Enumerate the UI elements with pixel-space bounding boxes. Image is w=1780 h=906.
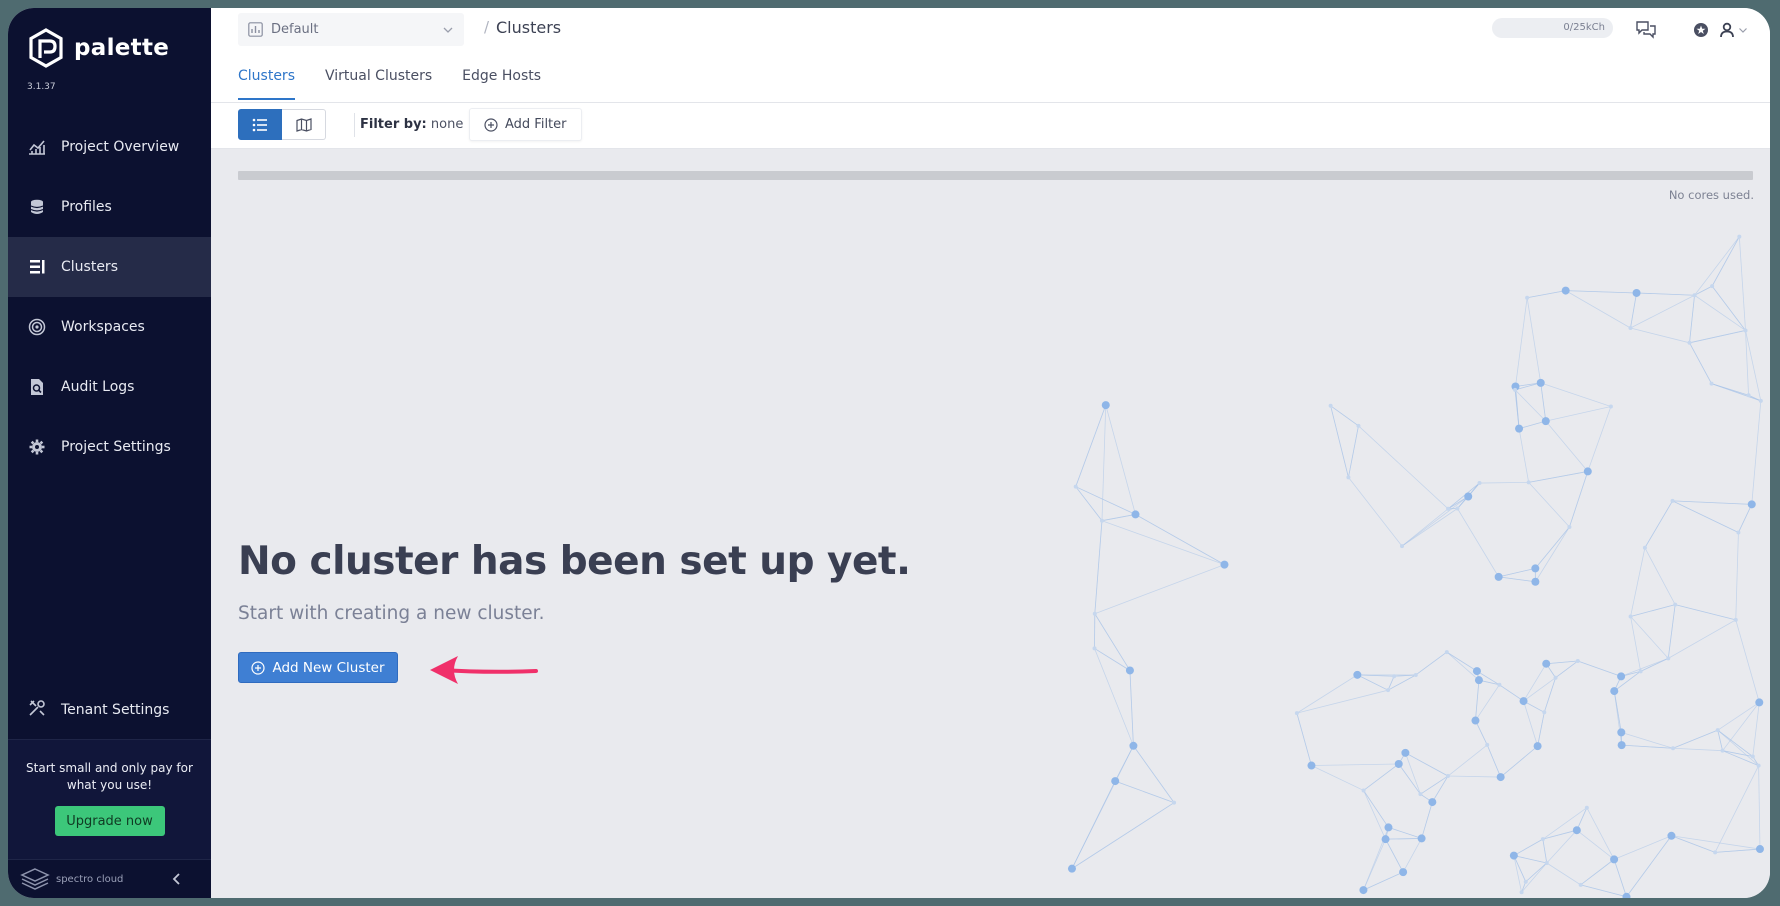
tab-virtual-clusters[interactable]: Virtual Clusters xyxy=(325,68,432,100)
filter-by-label: Filter by: xyxy=(360,117,427,132)
top-bar: Default / Clusters 0/25kCh Clusters Virt… xyxy=(211,8,1770,103)
database-icon xyxy=(28,198,46,216)
main-content: No cores used. No cluster has been set u… xyxy=(211,149,1770,898)
cluster-tabs: Clusters Virtual Clusters Edge Hosts xyxy=(238,68,571,100)
network-lines xyxy=(1071,236,1762,898)
sidebar-item-audit-logs[interactable]: Audit Logs xyxy=(8,357,211,417)
pointer-arrow-annotation xyxy=(430,656,538,684)
upgrade-button[interactable]: Upgrade now xyxy=(54,806,165,836)
user-icon xyxy=(1720,22,1734,38)
audit-icon xyxy=(28,378,46,396)
chart-icon xyxy=(28,138,46,156)
sidebar-item-label: Profiles xyxy=(61,199,112,215)
filter-label: Filter by: none xyxy=(360,117,463,132)
app-window: palette 3.1.37 Project Overview Profiles xyxy=(8,8,1770,898)
sidebar: palette 3.1.37 Project Overview Profiles xyxy=(8,8,211,898)
project-selector[interactable]: Default xyxy=(238,13,464,46)
user-menu[interactable] xyxy=(1717,19,1751,41)
tenant-settings-label: Tenant Settings xyxy=(61,702,170,718)
version-label: 3.1.37 xyxy=(27,82,56,92)
workspaces-icon xyxy=(28,318,46,336)
cores-usage-bar xyxy=(238,171,1753,180)
sidebar-item-label: Workspaces xyxy=(61,319,145,335)
list-view-button[interactable] xyxy=(238,109,282,140)
sidebar-item-clusters[interactable]: Clusters xyxy=(8,237,211,297)
sidebar-item-label: Audit Logs xyxy=(61,379,135,395)
list-icon xyxy=(252,118,267,131)
chat-icon[interactable] xyxy=(1635,19,1657,41)
sidebar-footer: spectro cloud xyxy=(8,859,211,898)
tools-icon xyxy=(28,699,46,721)
palette-logo[interactable]: palette xyxy=(28,28,169,68)
view-toggle xyxy=(238,109,326,140)
network-background-illustration xyxy=(1067,234,1764,898)
chevron-down-icon xyxy=(443,27,453,33)
map-icon xyxy=(295,117,312,132)
empty-state-subtitle: Start with creating a new cluster. xyxy=(238,603,545,624)
map-view-button[interactable] xyxy=(282,109,326,140)
upgrade-promo: Start small and only pay for what you us… xyxy=(8,739,211,859)
sidebar-nav: Project Overview Profiles Clusters Works… xyxy=(8,117,211,477)
sidebar-item-profiles[interactable]: Profiles xyxy=(8,177,211,237)
collapse-sidebar-icon[interactable] xyxy=(169,871,185,887)
project-selector-value: Default xyxy=(271,22,319,37)
divider xyxy=(354,113,355,137)
sidebar-item-project-settings[interactable]: Project Settings xyxy=(8,417,211,477)
chevron-down-icon xyxy=(1739,28,1747,33)
tab-clusters[interactable]: Clusters xyxy=(238,68,295,100)
brand-text: spectro cloud xyxy=(56,873,124,885)
sidebar-item-label: Project Settings xyxy=(61,439,171,455)
page-title: Clusters xyxy=(496,18,562,37)
sidebar-item-workspaces[interactable]: Workspaces xyxy=(8,297,211,357)
spectro-cloud-logo-icon xyxy=(20,868,50,890)
logo-text: palette xyxy=(74,35,170,61)
plus-circle-icon xyxy=(251,660,266,675)
empty-state-title: No cluster has been set up yet. xyxy=(238,539,911,584)
add-new-cluster-label: Add New Cluster xyxy=(272,659,385,676)
cores-usage-caption: No cores used. xyxy=(1668,188,1754,202)
network-nodes xyxy=(1067,234,1764,898)
plus-circle-icon xyxy=(484,117,498,132)
sidebar-item-project-overview[interactable]: Project Overview xyxy=(8,117,211,177)
project-chart-icon xyxy=(248,22,263,37)
filter-bar: Filter by: none Add Filter xyxy=(211,103,1770,149)
add-filter-button[interactable]: Add Filter xyxy=(469,108,582,141)
breadcrumb-separator: / xyxy=(484,18,490,36)
usage-indicator[interactable]: 0/25kCh xyxy=(1492,18,1613,38)
filter-value: none xyxy=(430,117,464,132)
sidebar-item-tenant-settings[interactable]: Tenant Settings xyxy=(8,680,211,740)
add-filter-label: Add Filter xyxy=(505,117,567,132)
sidebar-item-label: Clusters xyxy=(61,259,118,275)
sidebar-item-label: Project Overview xyxy=(61,139,180,155)
tab-edge-hosts[interactable]: Edge Hosts xyxy=(462,68,541,100)
clusters-icon xyxy=(28,258,46,276)
status-icon[interactable] xyxy=(1690,19,1712,41)
palette-logo-icon xyxy=(29,28,63,68)
add-new-cluster-button[interactable]: Add New Cluster xyxy=(238,652,398,683)
promo-text: Start small and only pay for what you us… xyxy=(26,761,193,792)
gear-icon xyxy=(28,438,46,456)
